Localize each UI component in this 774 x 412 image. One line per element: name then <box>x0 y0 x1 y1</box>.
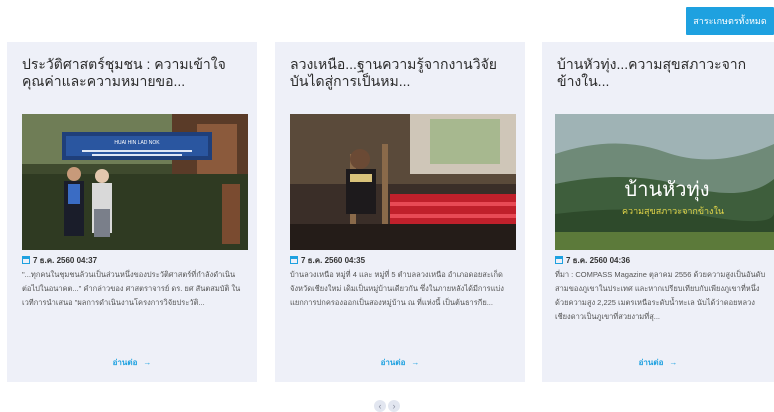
calendar-icon <box>22 256 30 264</box>
article-date: 7 ธ.ค. 2560 04:36 <box>555 254 630 266</box>
all-articles-button[interactable]: สาระเกษตรทั้งหมด <box>686 7 774 35</box>
article-card[interactable]: บ้านหัวทุ่ง...ความสุขสภาวะจากข้างใน... บ… <box>542 42 774 382</box>
article-card[interactable]: ประวัติศาสตร์ชุมชน : ความเข้าใจคุณค่าและ… <box>7 42 257 382</box>
article-excerpt: ที่มา : COMPASS Magazine ตุลาคม 2556 ด้ว… <box>555 270 766 321</box>
article-title[interactable]: บ้านหัวทุ่ง...ความสุขสภาวะจากข้างใน... <box>557 56 764 92</box>
date-text: 7 ธ.ค. 2560 04:37 <box>33 255 98 265</box>
date-text: 7 ธ.ค. 2560 04:35 <box>301 255 366 265</box>
article-excerpt: "...ทุกคนในชุมชนล้วนเป็นส่วนหนึ่งของประว… <box>22 270 241 307</box>
read-more-link[interactable]: อ่านต่อ → <box>7 356 257 369</box>
article-thumbnail[interactable]: HUAI HIN LAD NOK <box>22 114 248 250</box>
read-more-label[interactable]: อ่านต่อ <box>381 358 406 367</box>
article-card[interactable]: ลวงเหนือ...ฐานความรู้จากงานวิจัยบันไดสู่… <box>275 42 525 382</box>
overlay-subtitle: ความสุขสภาวะจากข้างใน <box>622 206 724 217</box>
calendar-icon <box>555 256 563 264</box>
article-date: 7 ธ.ค. 2560 04:37 <box>22 254 97 266</box>
prev-arrow-icon[interactable]: ‹ <box>374 400 386 412</box>
arrow-right-icon[interactable]: → <box>143 358 151 367</box>
calendar-icon <box>290 256 298 264</box>
read-more-link[interactable]: อ่านต่อ → <box>275 356 525 369</box>
arrow-right-icon[interactable]: → <box>669 358 677 367</box>
article-title[interactable]: ลวงเหนือ...ฐานความรู้จากงานวิจัยบันไดสู่… <box>290 56 515 92</box>
carousel-pager: ‹ › <box>374 400 400 412</box>
overlay-title: บ้านหัวทุ่ง <box>625 177 710 202</box>
read-more-label[interactable]: อ่านต่อ <box>113 358 138 367</box>
article-date: 7 ธ.ค. 2560 04:35 <box>290 254 365 266</box>
arrow-right-icon[interactable]: → <box>411 358 419 367</box>
sign-text: HUAI HIN LAD NOK <box>114 140 160 146</box>
article-excerpt: บ้านลวงเหนือ หมู่ที่ 4 และ หมู่ที่ 5 ตำบ… <box>290 270 504 307</box>
read-more-link[interactable]: อ่านต่อ → <box>542 356 774 369</box>
next-arrow-icon[interactable]: › <box>388 400 400 412</box>
article-title[interactable]: ประวัติศาสตร์ชุมชน : ความเข้าใจคุณค่าและ… <box>22 56 247 92</box>
article-thumbnail[interactable]: บ้านหัวทุ่ง ความสุขสภาวะจากข้างใน <box>555 114 774 250</box>
read-more-label[interactable]: อ่านต่อ <box>639 358 664 367</box>
article-thumbnail[interactable] <box>290 114 516 250</box>
date-text: 7 ธ.ค. 2560 04:36 <box>566 255 631 265</box>
